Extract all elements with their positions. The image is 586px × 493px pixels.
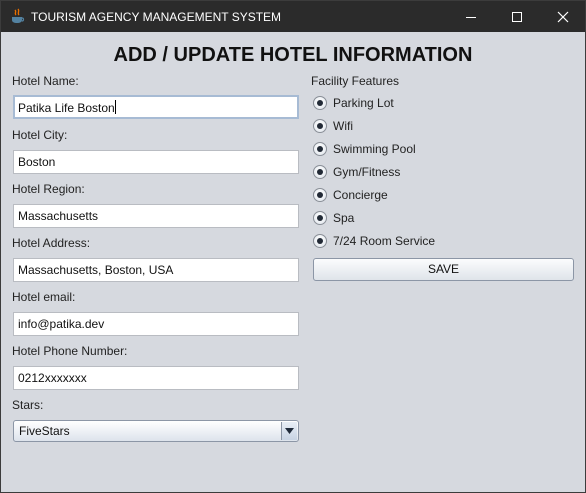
- maximize-button[interactable]: [494, 1, 540, 32]
- radio-selected-icon[interactable]: [313, 119, 327, 133]
- hotel-region-input[interactable]: Massachusetts: [13, 204, 299, 228]
- hotel-city-input[interactable]: Boston: [13, 150, 299, 174]
- radio-selected-icon[interactable]: [313, 234, 327, 248]
- maximize-icon: [512, 12, 522, 22]
- hotel-email-label: Hotel email:: [12, 290, 76, 304]
- stars-select[interactable]: FiveStars: [13, 420, 299, 442]
- facility-label: Parking Lot: [333, 96, 394, 110]
- facility-label: Wifi: [333, 119, 353, 133]
- facility-label: Spa: [333, 211, 355, 225]
- minimize-button[interactable]: [448, 1, 494, 32]
- title-bar[interactable]: TOURISM AGENCY MANAGEMENT SYSTEM: [1, 1, 585, 32]
- hotel-address-input[interactable]: Massachusetts, Boston, USA: [13, 258, 299, 282]
- minimize-icon: [466, 17, 476, 18]
- text-caret: [114, 100, 116, 114]
- hotel-email-input[interactable]: info@patika.dev: [13, 312, 299, 336]
- radio-selected-icon[interactable]: [313, 165, 327, 179]
- stars-label: Stars:: [12, 398, 44, 412]
- facility-label: 7/24 Room Service: [333, 234, 436, 248]
- radio-selected-icon[interactable]: [313, 142, 327, 156]
- page-title: ADD / UPDATE HOTEL INFORMATION: [113, 44, 473, 66]
- radio-selected-icon[interactable]: [313, 211, 327, 225]
- facility-label: Gym/Fitness: [333, 165, 401, 179]
- close-icon: [557, 11, 569, 23]
- radio-selected-icon[interactable]: [313, 96, 327, 110]
- save-button[interactable]: SAVE: [313, 258, 574, 281]
- radio-selected-icon[interactable]: [313, 188, 327, 202]
- facility-label: Swimming Pool: [333, 142, 416, 156]
- facility-label: Concierge: [333, 188, 388, 202]
- java-icon: [10, 8, 25, 25]
- window-title: TOURISM AGENCY MANAGEMENT SYSTEM: [31, 10, 282, 24]
- chevron-down-icon: [285, 428, 294, 434]
- hotel-address-label: Hotel Address:: [12, 236, 91, 250]
- dropdown-arrow-button[interactable]: [281, 422, 297, 440]
- hotel-phone-input[interactable]: 0212xxxxxxx: [13, 366, 299, 390]
- hotel-city-label: Hotel City:: [12, 128, 68, 142]
- hotel-name-input[interactable]: Patika Life Boston: [13, 95, 299, 119]
- hotel-name-label: Hotel Name:: [12, 74, 79, 88]
- hotel-phone-label: Hotel Phone Number:: [12, 344, 128, 358]
- hotel-name-value: Patika Life Boston: [18, 101, 115, 115]
- app-window: TOURISM AGENCY MANAGEMENT SYSTEM ADD / U…: [0, 0, 586, 493]
- close-button[interactable]: [540, 1, 586, 32]
- facility-features-label: Facility Features: [311, 74, 400, 88]
- hotel-region-label: Hotel Region:: [12, 182, 85, 196]
- stars-selected-value: FiveStars: [19, 424, 70, 438]
